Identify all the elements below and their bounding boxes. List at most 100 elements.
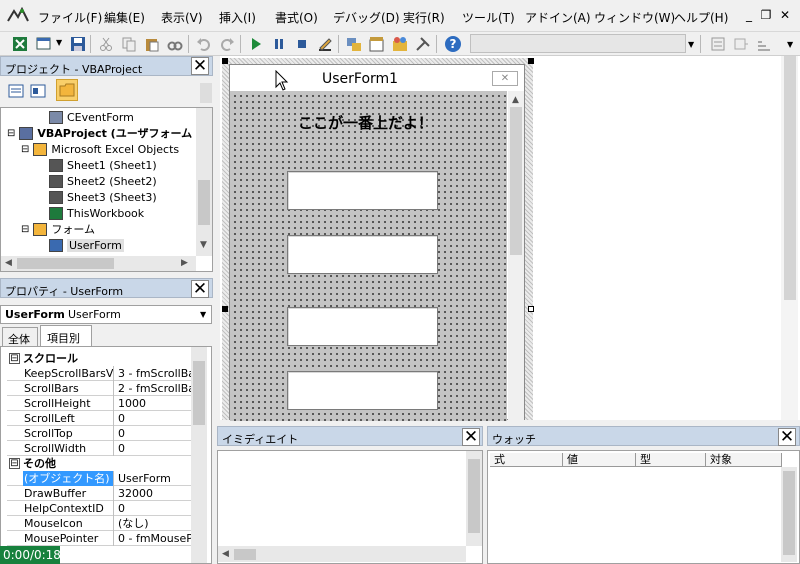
project-tree-vscroll[interactable]: ▼ <box>196 108 212 256</box>
menu-help[interactable]: ヘルプ(H) <box>674 9 728 26</box>
expand-toggle-icon[interactable]: ⊟ <box>7 128 15 139</box>
resize-handle-tr[interactable] <box>528 58 534 64</box>
form-textbox-4[interactable] <box>287 371 438 410</box>
insert-form-icon[interactable] <box>36 36 52 52</box>
immediate-vscroll[interactable] <box>466 451 482 546</box>
scroll-up-arrow-icon[interactable]: ▲ <box>512 95 519 105</box>
property-row[interactable]: ScrollBars 2 - fmScrollBar <box>7 381 192 396</box>
project-tree-item[interactable]: CEventForm <box>49 109 134 125</box>
save-icon[interactable] <box>70 36 86 52</box>
expand-toggle-icon[interactable]: ⊟ <box>21 224 29 235</box>
project-explorer-icon[interactable] <box>346 36 362 52</box>
property-row[interactable]: ScrollLeft 0 <box>7 411 191 426</box>
watch-pane[interactable] <box>487 450 800 564</box>
form-textbox-3[interactable] <box>287 307 438 346</box>
help-icon[interactable]: ? <box>444 35 462 53</box>
watch-col-context[interactable]: 対象 <box>706 453 782 467</box>
project-tree-item[interactable]: ThisWorkbook <box>49 205 144 221</box>
immediate-pane[interactable]: ◀ <box>217 450 483 564</box>
resize-handle-ml[interactable] <box>222 306 228 312</box>
property-row[interactable]: KeepScrollBarsV 3 - fmScrollBar <box>7 366 192 381</box>
project-tree-item[interactable]: UserForm <box>49 237 124 253</box>
menu-file[interactable]: ファイル(F) <box>38 9 102 26</box>
project-tree-item[interactable]: ⊟ Microsoft Excel Objects <box>21 141 179 157</box>
break-icon[interactable] <box>271 36 287 52</box>
form-label-top[interactable]: ここが一番上だよ！ <box>298 112 433 133</box>
watch-col-expression[interactable]: 式 <box>490 453 563 467</box>
property-row[interactable]: ScrollWidth 0 <box>7 441 191 456</box>
toolbar-overflow-right-icon[interactable]: ▼ <box>787 40 793 49</box>
userform-vscroll[interactable]: ▲ <box>508 91 524 421</box>
scroll-right-arrow-icon[interactable]: ▶ <box>181 258 188 268</box>
property-row[interactable]: HelpContextID 0 <box>7 501 191 516</box>
menu-insert[interactable]: 挿入(I) <box>219 9 256 26</box>
project-close-button[interactable]: ✕ <box>191 57 209 75</box>
immediate-hscroll-thumb[interactable] <box>234 549 256 560</box>
property-category[interactable]: ⊟ スクロール <box>7 351 191 366</box>
property-row[interactable]: ScrollTop 0 <box>7 426 191 441</box>
menu-addins[interactable]: アドイン(A) <box>525 9 591 26</box>
object-selector[interactable]: UserForm UserForm ▼ <box>0 305 212 324</box>
watch-vscroll-thumb[interactable] <box>783 471 795 555</box>
property-value[interactable]: (なし) <box>116 516 192 531</box>
property-value[interactable]: 1000 <box>116 396 192 411</box>
immediate-hscroll[interactable]: ◀ <box>218 546 466 562</box>
watch-close-button[interactable]: ✕ <box>778 428 796 446</box>
resize-handle-mr[interactable] <box>528 306 534 312</box>
project-tree-item[interactable]: ⊟ VBAProject (ユーザフォーム <box>7 125 192 141</box>
project-tree-item[interactable]: Sheet1 (Sheet1) <box>49 157 157 173</box>
property-value[interactable]: 2 - fmScrollBar <box>116 381 192 396</box>
paste-icon[interactable] <box>144 36 160 52</box>
minimize-button[interactable]: _ <box>742 8 756 22</box>
property-row[interactable]: MouseIcon (なし) <box>7 516 191 531</box>
design-mode-icon[interactable] <box>317 36 333 52</box>
menu-tools[interactable]: ツール(T) <box>462 9 515 26</box>
collapse-icon[interactable]: ⊟ <box>9 353 20 364</box>
chevron-down-icon[interactable]: ▼ <box>200 310 206 319</box>
property-row[interactable]: ScrollHeight 1000 <box>7 396 191 411</box>
comment-block-icon[interactable] <box>756 36 772 52</box>
collapse-icon[interactable]: ⊟ <box>9 458 20 469</box>
properties-close-button[interactable]: ✕ <box>191 280 209 298</box>
watch-vscroll[interactable] <box>781 467 797 562</box>
property-value[interactable]: 0 <box>116 501 192 516</box>
toolbar-overflow-icon[interactable]: ▼ <box>688 40 694 49</box>
object-browser-icon[interactable] <box>392 36 408 52</box>
project-tree-item[interactable]: ⊟ フォーム <box>21 221 95 237</box>
immediate-vscroll-thumb[interactable] <box>468 459 480 533</box>
property-value[interactable]: 0 <box>116 411 192 426</box>
run-icon[interactable] <box>248 36 264 52</box>
project-tree-item[interactable]: Sheet3 (Sheet3) <box>49 189 157 205</box>
expand-toggle-icon[interactable]: ⊟ <box>21 144 29 155</box>
properties-vscroll[interactable] <box>191 347 207 563</box>
cut-icon[interactable] <box>98 36 114 52</box>
find-icon[interactable] <box>167 36 183 52</box>
property-row[interactable]: MousePointer 0 - fmMousePo <box>7 531 192 546</box>
reset-icon[interactable] <box>294 36 310 52</box>
dropdown-arrow-icon[interactable]: ▼ <box>56 38 62 47</box>
form-textbox-1[interactable] <box>287 171 438 210</box>
tab-categorized[interactable]: 項目別 <box>40 325 92 346</box>
menu-view[interactable]: 表示(V) <box>161 9 203 26</box>
menu-debug[interactable]: デバッグ(D) <box>333 9 400 26</box>
immediate-close-button[interactable]: ✕ <box>462 428 480 446</box>
designer-vscroll[interactable] <box>781 56 798 420</box>
property-value[interactable]: UserForm <box>116 471 192 486</box>
property-value[interactable]: 0 <box>116 441 192 456</box>
scroll-left-arrow-icon[interactable]: ◀ <box>5 258 12 268</box>
designer-vscroll-thumb[interactable] <box>784 56 796 300</box>
property-value[interactable]: 3 - fmScrollBar <box>116 366 192 381</box>
tab-alphabetic[interactable]: 全体 <box>2 327 38 346</box>
properties-vscroll-thumb[interactable] <box>193 361 205 425</box>
menu-edit[interactable]: 編集(E) <box>104 9 145 26</box>
property-value[interactable]: 0 - fmMousePo <box>116 531 192 546</box>
indent-icon[interactable] <box>710 36 726 52</box>
watch-col-type[interactable]: 型 <box>636 453 706 467</box>
property-value[interactable]: 32000 <box>116 486 192 501</box>
view-object-icon[interactable] <box>30 83 46 99</box>
toggle-folders-button[interactable] <box>56 79 78 101</box>
restore-button[interactable]: ❐ <box>759 8 773 22</box>
property-value[interactable]: 0 <box>116 426 192 441</box>
project-tree-hscroll-thumb[interactable] <box>17 258 114 269</box>
project-tree-hscroll[interactable]: ◀ ▶ <box>1 256 196 271</box>
